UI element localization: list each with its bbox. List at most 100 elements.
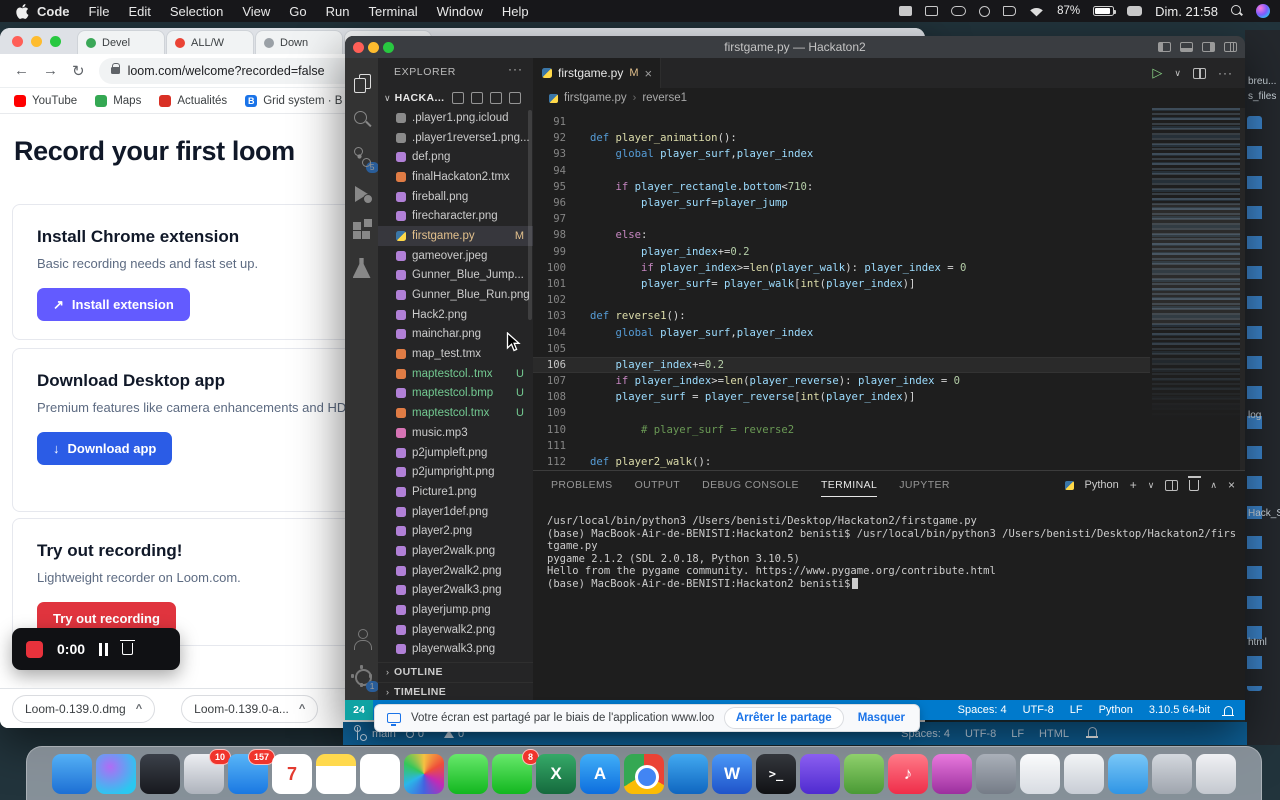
download-item-0[interactable]: Loom-0.139.0.dmg ^: [12, 694, 156, 723]
dock-trash[interactable]: [1196, 754, 1236, 794]
forward-button[interactable]: →: [43, 62, 58, 79]
file-map_test.tmx[interactable]: map_test.tmx: [378, 344, 533, 364]
testing-icon[interactable]: [350, 256, 374, 280]
maximize-panel-icon[interactable]: ∧: [1210, 480, 1217, 491]
menu-terminal[interactable]: Terminal: [369, 4, 418, 19]
dock-excel[interactable]: X: [536, 754, 576, 794]
status-python[interactable]: Python: [1099, 704, 1133, 716]
panel-tab-debug-console[interactable]: DEBUG CONSOLE: [702, 473, 799, 497]
file-fireball.png[interactable]: fireball.png: [378, 187, 533, 207]
menu-edit[interactable]: Edit: [128, 4, 150, 19]
dock-podcasts[interactable]: [932, 754, 972, 794]
siri-icon[interactable]: [1256, 4, 1270, 18]
minimap-viewport[interactable]: [1152, 204, 1240, 324]
volume-icon[interactable]: [1003, 6, 1017, 16]
dock-system-settings[interactable]: 10: [184, 749, 231, 794]
status-lf[interactable]: LF: [1070, 704, 1083, 716]
dock-preview[interactable]: [1064, 754, 1104, 794]
spotlight-icon[interactable]: [1231, 5, 1243, 17]
dock-documents[interactable]: [1020, 754, 1060, 794]
globe-icon[interactable]: [979, 5, 991, 17]
menu-window[interactable]: Window: [437, 4, 483, 19]
new-terminal-icon[interactable]: +: [1130, 478, 1137, 492]
dock-projects-folder[interactable]: [1152, 754, 1192, 794]
minimap[interactable]: [1152, 108, 1240, 470]
dock-siri[interactable]: [96, 754, 136, 794]
file-playerwalk3.png[interactable]: playerwalk3.png: [378, 640, 533, 660]
bookmark-0[interactable]: YouTube: [14, 94, 77, 107]
dock-app-store[interactable]: A: [580, 754, 620, 794]
run-python-file-icon[interactable]: ▷: [1152, 65, 1162, 81]
menu-view[interactable]: View: [242, 4, 270, 19]
file-playerjump.png[interactable]: playerjump.png: [378, 600, 533, 620]
explorer-icon[interactable]: [350, 71, 374, 95]
browser-tab-0[interactable]: Devel: [77, 30, 165, 54]
explorer-more-actions-icon[interactable]: ···: [508, 62, 523, 76]
folder-section-header[interactable]: ∨ HACKA...: [378, 88, 533, 108]
bookmark-1[interactable]: Maps: [95, 94, 141, 107]
file-playerwalk2.png[interactable]: playerwalk2.png: [378, 620, 533, 640]
address-bar[interactable]: loom.com/welcome?recorded=false: [98, 57, 361, 84]
breadcrumb-symbol[interactable]: reverse1: [642, 92, 687, 104]
stop-record-button[interactable]: [26, 640, 43, 658]
file-player2walk3.png[interactable]: player2walk3.png: [378, 581, 533, 601]
dock-utilities[interactable]: [976, 754, 1016, 794]
dock-chrome[interactable]: [624, 754, 664, 794]
file-music.mp3[interactable]: music.mp3: [378, 423, 533, 443]
panel-tab-jupyter[interactable]: JUPYTER: [899, 473, 950, 497]
menu-file[interactable]: File: [89, 4, 110, 19]
dock-mail[interactable]: 157: [228, 749, 275, 794]
zoom-window-button[interactable]: [383, 41, 394, 53]
bookmark-2[interactable]: Actualités: [159, 94, 227, 107]
screen-record-icon[interactable]: [899, 6, 913, 16]
split-terminal-icon[interactable]: [1165, 479, 1179, 491]
file-.player1reverse1.png...[interactable]: .player1reverse1.png...: [378, 128, 533, 148]
dock-quicktime[interactable]: [844, 754, 884, 794]
file-Hack2.png[interactable]: Hack2.png: [378, 305, 533, 325]
panel-tab-terminal[interactable]: TERMINAL: [820, 473, 878, 497]
outline-section[interactable]: › OUTLINE: [378, 662, 533, 680]
status-3-10-5-64-bit[interactable]: 3.10.5 64-bit: [1149, 704, 1210, 716]
sidebar-scrollbar[interactable]: [528, 110, 532, 320]
new-file-icon[interactable]: [452, 92, 464, 104]
file-.player1.png.icloud[interactable]: .player1.png.icloud: [378, 108, 533, 128]
run-debug-icon[interactable]: [350, 182, 374, 206]
file-def.png[interactable]: def.png: [378, 147, 533, 167]
menubar-clock[interactable]: Dim. 21:58: [1155, 4, 1218, 19]
file-player2walk2.png[interactable]: player2walk2.png: [378, 561, 533, 581]
timeline-section[interactable]: › TIMELINE: [378, 682, 533, 700]
status-utf-8[interactable]: UTF-8: [1023, 704, 1054, 716]
display-icon[interactable]: [925, 6, 939, 16]
panel-tab-output[interactable]: OUTPUT: [635, 473, 681, 497]
kill-terminal-icon[interactable]: [1187, 476, 1201, 491]
remote-indicator[interactable]: 24: [345, 700, 373, 720]
toggle-sidebar-icon[interactable]: [1158, 42, 1171, 52]
bookmark-3[interactable]: B Grid system · B: [245, 94, 342, 107]
reload-button[interactable]: ↻: [72, 62, 85, 80]
close-tab-icon[interactable]: ×: [645, 66, 653, 81]
file-maptestcol..tmx[interactable]: maptestcol..tmx U: [378, 364, 533, 384]
code-editor[interactable]: 91 92 def player_animation(): 93 global pla…: [533, 108, 1245, 470]
controller-icon[interactable]: [951, 6, 967, 16]
dock-vscode[interactable]: [668, 754, 708, 794]
close-window-button[interactable]: [12, 35, 23, 47]
hide-banner-button[interactable]: Masquer: [858, 712, 905, 724]
file-gameover.jpeg[interactable]: gameover.jpeg: [378, 246, 533, 266]
accounts-icon[interactable]: [350, 627, 374, 651]
minimize-window-button[interactable]: [368, 41, 379, 53]
editor-scrollbar[interactable]: [1240, 108, 1245, 470]
back-button[interactable]: ←: [14, 62, 29, 79]
menu-selection[interactable]: Selection: [170, 4, 223, 19]
file-maptestcol.tmx[interactable]: maptestcol.tmx U: [378, 403, 533, 423]
close-window-button[interactable]: [353, 41, 364, 53]
zoom-window-button[interactable]: [50, 35, 61, 47]
file-finalHackaton2.tmx[interactable]: finalHackaton2.tmx: [378, 167, 533, 187]
wifi-icon[interactable]: [1029, 6, 1044, 17]
status-spaces-4[interactable]: Spaces: 4: [958, 704, 1007, 716]
dock-terminal[interactable]: >_: [756, 754, 796, 794]
menu-code[interactable]: Code: [37, 4, 70, 19]
toggle-panel-icon[interactable]: [1180, 42, 1193, 52]
install-extension-button[interactable]: ↗ Install extension: [37, 288, 190, 321]
toggle-secondary-sidebar-icon[interactable]: [1202, 42, 1215, 52]
search-icon[interactable]: [350, 108, 374, 132]
